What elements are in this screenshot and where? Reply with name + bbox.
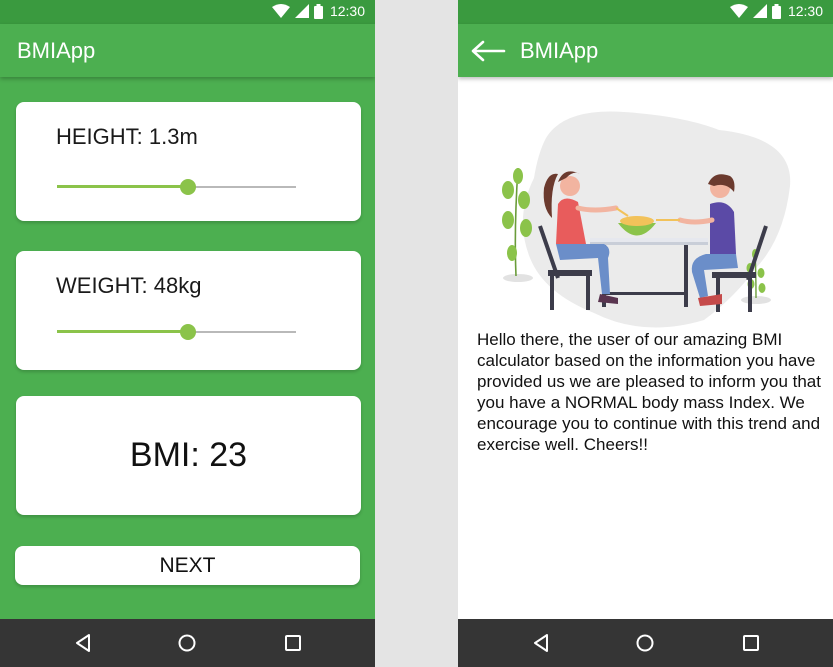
bmi-input-screen: 12:30 BMIApp HEIGHT: 1.3m WEIGHT: 48kg B…	[0, 0, 375, 667]
slider-thumb[interactable]	[180, 179, 197, 195]
result-message: Hello there, the user of our amazing BMI…	[477, 330, 821, 454]
height-label: HEIGHT: 1.3m	[56, 124, 198, 149]
arrow-left-icon[interactable]	[470, 39, 506, 63]
height-card: HEIGHT: 1.3m	[16, 102, 361, 221]
slider-fill	[57, 330, 189, 333]
wifi-icon	[271, 4, 290, 18]
slider-fill	[57, 185, 189, 188]
back-triangle-icon[interactable]	[532, 633, 552, 653]
recents-square-icon[interactable]	[283, 633, 303, 653]
weight-label: WEIGHT: 48kg	[56, 273, 202, 298]
wifi-icon	[729, 4, 748, 18]
status-bar: 12:30	[0, 0, 375, 24]
weight-card: WEIGHT: 48kg	[16, 251, 361, 370]
next-button[interactable]: NEXT	[15, 546, 360, 585]
bmi-result-card: BMI: 23	[16, 396, 361, 515]
weight-slider[interactable]	[57, 322, 296, 342]
recents-square-icon[interactable]	[741, 633, 761, 653]
bmi-result-screen: 12:30 BMIApp Hello there, the user of ou…	[458, 0, 833, 667]
nav-bar	[458, 619, 833, 667]
app-bar: BMIApp	[458, 24, 833, 77]
status-time: 12:30	[787, 3, 823, 19]
home-circle-icon[interactable]	[635, 633, 655, 653]
app-title: BMIApp	[17, 37, 96, 63]
app-bar: BMIApp	[0, 24, 375, 77]
battery-icon	[313, 3, 323, 19]
app-title: BMIApp	[520, 37, 599, 63]
status-time: 12:30	[329, 3, 365, 19]
back-triangle-icon[interactable]	[74, 633, 94, 653]
height-slider[interactable]	[57, 177, 296, 197]
slider-thumb[interactable]	[180, 324, 197, 340]
signal-icon	[294, 4, 309, 18]
battery-icon	[771, 3, 781, 19]
signal-icon	[752, 4, 767, 18]
nav-bar	[0, 619, 375, 667]
home-circle-icon[interactable]	[177, 633, 197, 653]
couple-dining-illustration	[502, 111, 791, 328]
bmi-result: BMI: 23	[129, 436, 248, 474]
status-bar: 12:30	[458, 0, 833, 24]
